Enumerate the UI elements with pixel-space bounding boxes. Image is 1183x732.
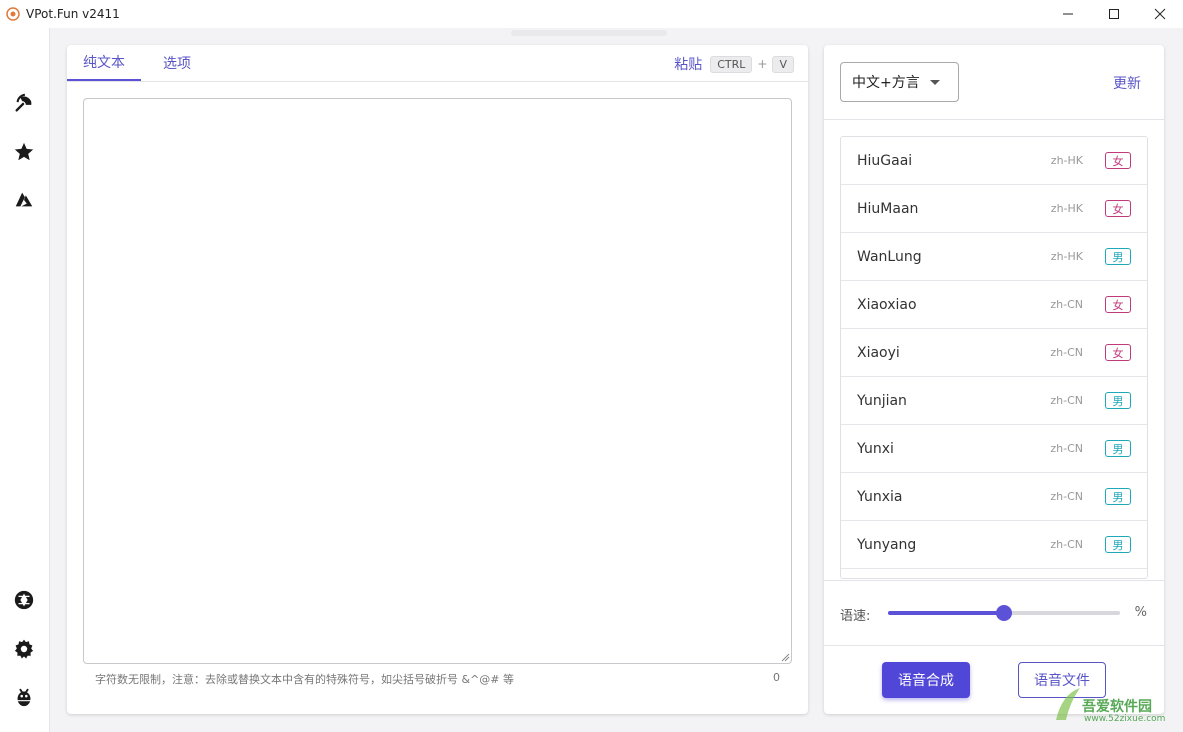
voice-name: Yunjian [857,392,907,409]
voice-item[interactable] [841,569,1147,578]
watermark-brand: 吾爱软件园 [1082,699,1152,715]
gender-badge: 男 [1105,248,1131,265]
voice-locale: zh-CN [1050,538,1083,551]
gender-badge: 女 [1105,344,1131,361]
divider [824,119,1164,120]
voice-name: Yunyang [857,536,917,553]
voice-list[interactable]: HiuGaai zh-HK 女 HiuMaan zh-HK 女 WanLung zh-HK 男 X… [840,136,1148,579]
voice-locale: zh-CN [1050,490,1083,503]
minimize-button[interactable] [1045,0,1091,28]
sidebar-item-aperture[interactable] [11,587,37,613]
azure-icon [15,192,33,207]
resize-grip-icon[interactable] [780,652,790,662]
voice-name: Yunxi [857,440,894,457]
voice-locale: zh-HK [1050,202,1083,215]
speed-slider-fill [888,611,1004,615]
voice-item[interactable]: HiuMaan zh-HK 女 [841,185,1147,233]
close-button[interactable] [1137,0,1183,28]
sidebar-item-favorites[interactable] [11,139,37,165]
language-select[interactable]: 中文+方言 [840,62,959,102]
edge-tts-icon [15,93,32,112]
voice-item[interactable]: Yunxia zh-CN 男 [841,473,1147,521]
voice-name: Yunxia [857,488,903,505]
star-icon [14,142,34,161]
close-icon [1154,8,1166,20]
gender-badge: 男 [1105,536,1131,553]
voice-locale: zh-CN [1050,394,1083,407]
speed-unit: % [1134,605,1147,620]
voice-item[interactable]: Yunxi zh-CN 男 [841,425,1147,473]
voice-locale: zh-CN [1050,442,1083,455]
aperture-icon [14,590,34,610]
minimize-icon [1063,13,1073,15]
sidebar-item-edge-tts[interactable] [11,90,37,116]
voice-name: HiuGaai [857,152,913,169]
divider [824,580,1164,581]
gender-badge: 女 [1105,200,1131,217]
char-count: 0 [773,671,780,684]
voice-locale: zh-HK [1050,250,1083,263]
drag-handle[interactable] [511,30,667,36]
chevron-down-icon [930,80,940,85]
plus-sign: + [757,57,768,71]
window-title: VPot.Fun v2411 [26,7,120,21]
window-controls [1045,0,1183,28]
bug-icon [17,688,31,707]
ctrl-key: CTRL [710,55,753,73]
gender-badge: 女 [1105,296,1131,313]
maximize-icon [1109,9,1119,19]
voice-item[interactable]: WanLung zh-HK 男 [841,233,1147,281]
divider [824,645,1164,646]
watermark: 吾爱软件园 www.52zixue.com [1052,680,1180,728]
sidebar-item-debug[interactable] [11,684,37,710]
maximize-button[interactable] [1091,0,1137,28]
watermark-url: www.52zixue.com [1084,714,1166,724]
gender-badge: 男 [1105,392,1131,409]
voice-locale: zh-CN [1050,346,1083,359]
voice-panel: 中文+方言 更新 HiuGaai zh-HK 女 HiuMaan zh-HK 女 WanLu… [824,45,1164,714]
voice-name: Xiaoxiao [857,296,917,313]
gender-badge: 男 [1105,488,1131,505]
update-button[interactable]: 更新 [1113,73,1141,93]
gear-icon [14,639,34,659]
v-key: V [772,55,794,73]
voice-name: Xiaoyi [857,344,900,361]
tab-plain-text[interactable]: 纯文本 [67,45,141,81]
speed-label: 语速: [840,609,871,624]
gender-badge: 男 [1105,440,1131,457]
voice-item[interactable]: HiuGaai zh-HK 女 [841,137,1147,185]
editor-tabs: 纯文本 选项 粘贴 CTRL + V [67,45,808,82]
sidebar [0,28,50,732]
speed-slider[interactable] [888,605,1120,621]
voice-locale: zh-HK [1050,154,1083,167]
speed-slider-thumb[interactable] [996,605,1012,621]
watermark-logo-icon [1056,688,1080,720]
title-bar: VPot.Fun v2411 [0,0,1183,28]
paste-button[interactable]: 粘贴 [674,54,702,74]
input-hint: 字符数无限制，注意：去除或替换文本中含有的特殊符号，如尖括号破折号 &^@# 等 [95,673,515,686]
voice-item[interactable]: Yunjian zh-CN 男 [841,377,1147,425]
voice-item[interactable]: Yunyang zh-CN 男 [841,521,1147,569]
language-select-value: 中文+方言 [852,75,920,91]
voice-item[interactable]: Xiaoyi zh-CN 女 [841,329,1147,377]
editor-panel: 纯文本 选项 粘贴 CTRL + V 字符数无限制，注意：去除或替换文本中含有的… [67,45,808,714]
voice-name: HiuMaan [857,200,919,217]
synthesize-button[interactable]: 语音合成 [882,662,970,698]
voice-locale: zh-CN [1050,298,1083,311]
sidebar-item-azure[interactable] [11,187,37,213]
tab-options[interactable]: 选项 [151,45,203,81]
app-logo-icon [6,7,20,21]
voice-item[interactable]: Xiaoxiao zh-CN 女 [841,281,1147,329]
text-input[interactable] [83,98,792,664]
sidebar-item-settings[interactable] [11,636,37,662]
paste-shortcut: 粘贴 CTRL + V [674,54,794,74]
voice-name: WanLung [857,248,922,265]
gender-badge: 女 [1105,152,1131,169]
